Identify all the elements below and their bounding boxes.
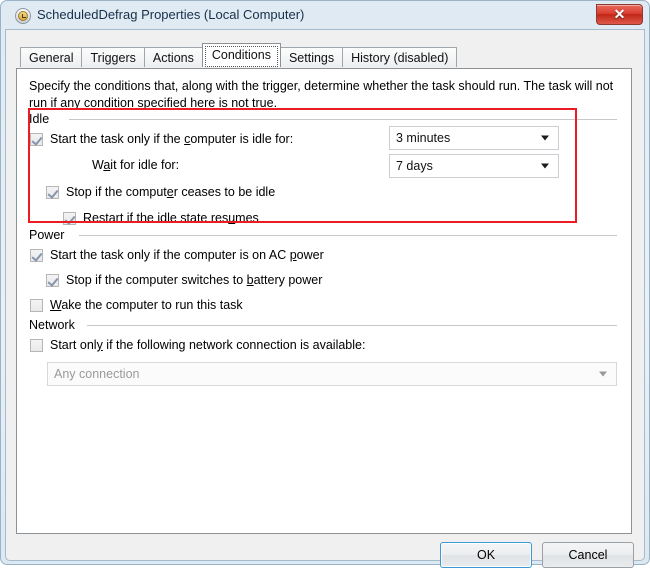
combo-idle-duration-value: 3 minutes xyxy=(396,131,451,145)
tab-history-label: History (disabled) xyxy=(351,51,449,65)
title-bar: ScheduledDefrag Properties (Local Comput… xyxy=(3,2,647,29)
combo-network-connection-value: Any connection xyxy=(54,367,140,381)
close-icon: ✕ xyxy=(613,6,626,22)
checkbox-stop-on-battery-label: Stop if the computer switches to battery… xyxy=(66,273,323,287)
tab-conditions[interactable]: Conditions xyxy=(201,43,281,67)
combo-idle-duration[interactable]: 3 minutes xyxy=(389,126,559,150)
conditions-tab-panel: Specify the conditions that, along with … xyxy=(16,68,632,534)
checkbox-restart-if-idle-resumes-label: Restart if the idle state resumes xyxy=(83,211,259,225)
checkbox-restart-if-idle-resumes-box[interactable] xyxy=(63,211,76,225)
tab-conditions-label: Conditions xyxy=(211,48,271,62)
checkbox-wake-computer-label: Wake the computer to run this task xyxy=(50,298,243,312)
combo-network-connection[interactable]: Any connection xyxy=(47,362,617,386)
tab-history[interactable]: History (disabled) xyxy=(342,47,458,67)
description-text: Specify the conditions that, along with … xyxy=(29,79,614,110)
checkbox-network-required-label: Start only if the following network conn… xyxy=(50,338,366,352)
checkbox-stop-if-ceases-idle[interactable]: Stop if the computer ceases to be idle xyxy=(46,183,275,201)
tab-settings-label: Settings xyxy=(288,51,335,65)
tab-general-label: General xyxy=(29,51,74,65)
label-wait-for-idle: Wait for idle for: xyxy=(92,158,180,172)
tab-settings[interactable]: Settings xyxy=(279,47,344,67)
tab-actions[interactable]: Actions xyxy=(143,47,203,67)
checkbox-start-when-idle[interactable]: Start the task only if the computer is i… xyxy=(30,130,293,148)
checkbox-network-required-box[interactable] xyxy=(30,338,43,352)
checkbox-ac-power-only[interactable]: Start the task only if the computer is o… xyxy=(30,246,324,264)
chevron-down-icon xyxy=(599,371,607,377)
checkbox-ac-power-only-label: Start the task only if the computer is o… xyxy=(50,248,324,262)
combo-wait-for-idle-duration-value: 7 days xyxy=(396,159,433,173)
chevron-down-icon xyxy=(541,163,549,169)
checkbox-start-when-idle-box[interactable] xyxy=(30,132,43,146)
window-title: ScheduledDefrag Properties (Local Comput… xyxy=(37,7,305,22)
network-group-label: Network xyxy=(29,318,81,332)
checkbox-ac-power-only-box[interactable] xyxy=(30,248,43,262)
checkbox-stop-if-ceases-idle-box[interactable] xyxy=(46,185,59,199)
tab-triggers-label: Triggers xyxy=(90,51,136,65)
tab-strip: General Triggers Actions Conditions Sett… xyxy=(20,43,458,67)
properties-dialog-window: ScheduledDefrag Properties (Local Comput… xyxy=(0,0,650,568)
checkbox-stop-if-ceases-idle-label: Stop if the computer ceases to be idle xyxy=(66,185,276,199)
checkbox-stop-on-battery[interactable]: Stop if the computer switches to battery… xyxy=(46,271,322,289)
checkbox-restart-if-idle-resumes[interactable]: Restart if the idle state resumes xyxy=(63,209,259,227)
combo-wait-for-idle-duration[interactable]: 7 days xyxy=(389,154,559,178)
tab-actions-label: Actions xyxy=(152,51,194,65)
dialog-body: General Triggers Actions Conditions Sett… xyxy=(5,29,645,568)
checkbox-wake-computer[interactable]: Wake the computer to run this task xyxy=(30,296,243,314)
power-group-label: Power xyxy=(29,228,71,242)
checkbox-stop-on-battery-box[interactable] xyxy=(46,273,59,287)
clock-icon xyxy=(15,8,31,24)
idle-group-label: Idle xyxy=(29,112,56,126)
ok-button[interactable]: OK xyxy=(440,542,532,568)
network-group-divider xyxy=(87,325,617,326)
cancel-button[interactable]: Cancel xyxy=(542,542,634,568)
checkbox-start-when-idle-label: Start the task only if the computer is i… xyxy=(50,132,294,146)
idle-group-divider xyxy=(69,119,617,120)
checkbox-wake-computer-box[interactable] xyxy=(30,298,43,312)
chevron-down-icon xyxy=(541,135,549,141)
tab-triggers[interactable]: Triggers xyxy=(81,47,145,67)
tab-general[interactable]: General xyxy=(20,47,83,67)
checkbox-network-required[interactable]: Start only if the following network conn… xyxy=(30,336,365,354)
close-button[interactable]: ✕ xyxy=(596,4,643,25)
power-group-divider xyxy=(79,235,617,236)
